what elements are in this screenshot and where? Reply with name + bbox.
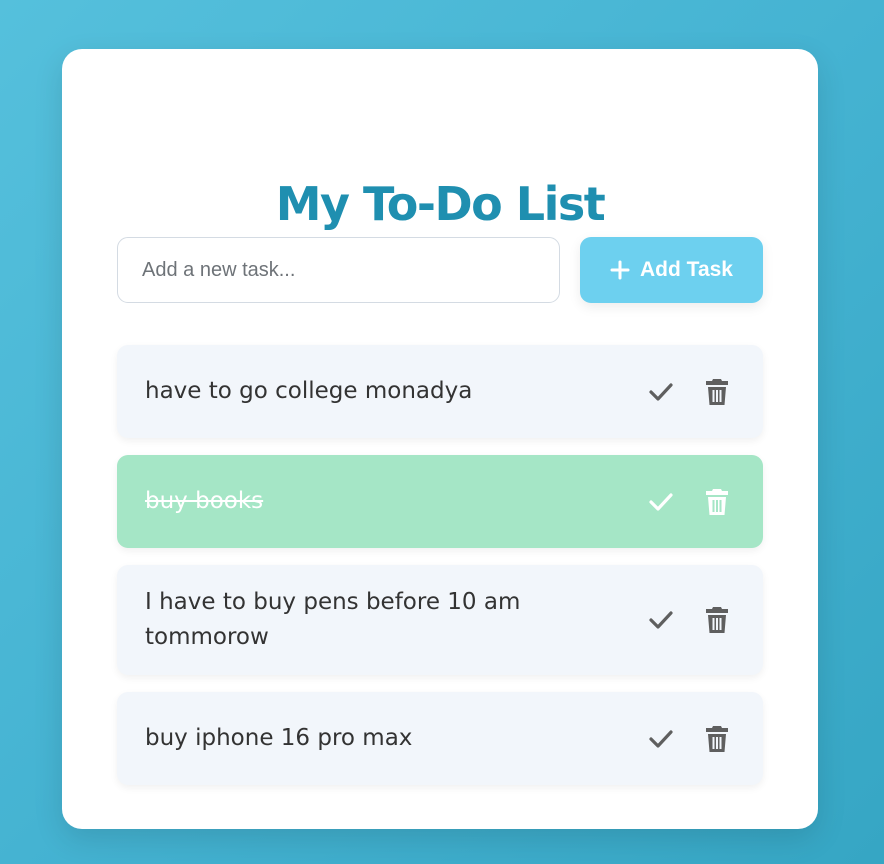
- page-title: My To-Do List: [275, 177, 606, 231]
- complete-check-icon[interactable]: [645, 376, 677, 408]
- task-item-completed: buy books: [117, 455, 763, 548]
- plus-icon: [610, 260, 630, 280]
- complete-check-icon[interactable]: [645, 486, 677, 518]
- task-actions: [645, 723, 733, 755]
- todo-card: My To-Do List Add Task have to go colleg…: [62, 49, 818, 829]
- task-item: buy iphone 16 pro max: [117, 692, 763, 785]
- new-task-input[interactable]: [117, 237, 560, 303]
- task-list: have to go college monadya buy books I h…: [117, 345, 763, 802]
- complete-check-icon[interactable]: [645, 723, 677, 755]
- delete-trash-icon[interactable]: [701, 486, 733, 518]
- task-item: have to go college monadya: [117, 345, 763, 438]
- task-item: I have to buy pens before 10 am tommorow: [117, 565, 763, 675]
- delete-trash-icon[interactable]: [701, 723, 733, 755]
- delete-trash-icon[interactable]: [701, 376, 733, 408]
- delete-trash-icon[interactable]: [701, 604, 733, 636]
- task-actions: [645, 376, 733, 408]
- add-task-button-label: Add Task: [640, 258, 733, 281]
- task-actions: [645, 604, 733, 636]
- task-actions: [645, 486, 733, 518]
- complete-check-icon[interactable]: [645, 604, 677, 636]
- add-task-button[interactable]: Add Task: [580, 237, 763, 303]
- add-task-row: Add Task: [117, 237, 763, 303]
